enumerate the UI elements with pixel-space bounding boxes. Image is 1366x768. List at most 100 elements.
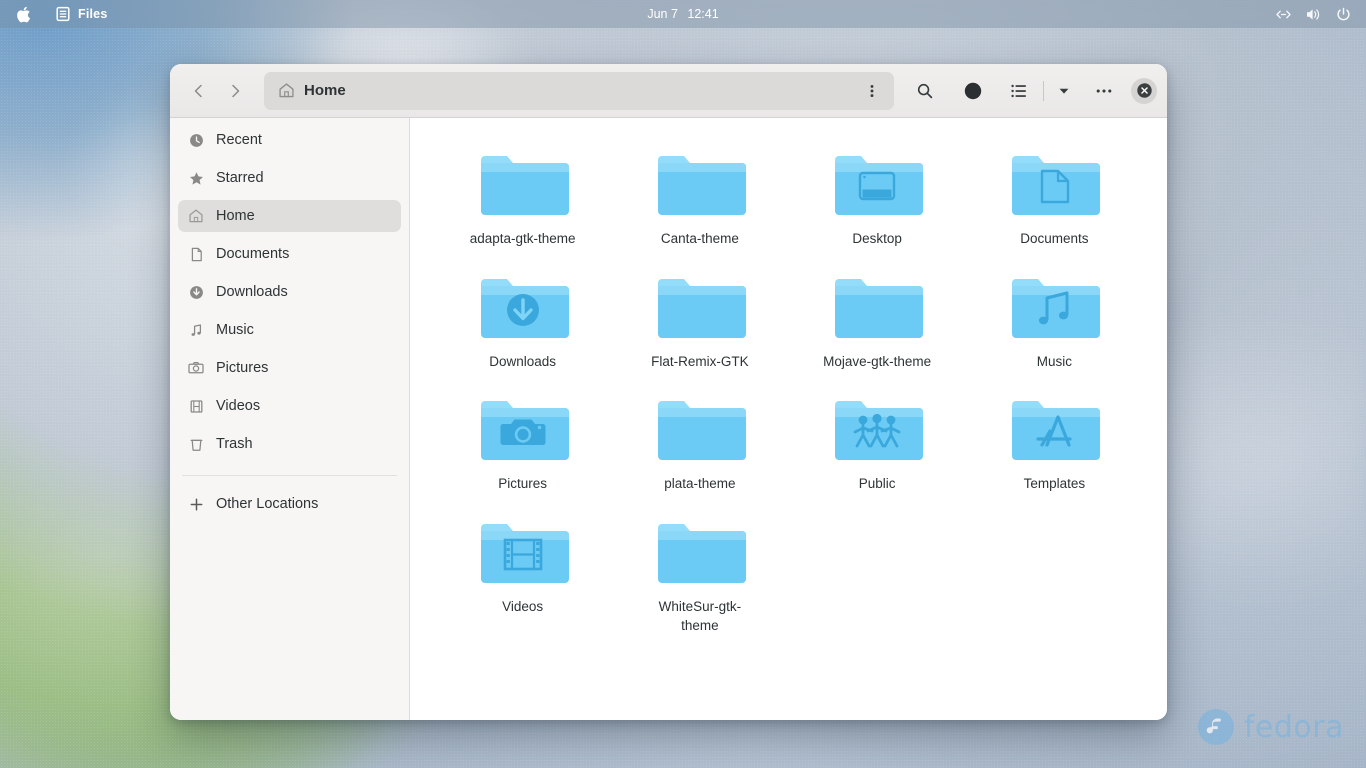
file-name: Templates [1024, 475, 1086, 494]
file-item[interactable]: Music [968, 263, 1141, 378]
file-item[interactable]: Mojave-gtk-theme [791, 263, 964, 378]
search-button[interactable] [908, 74, 942, 108]
sidebar-label: Starred [216, 170, 264, 186]
sidebar-label: Recent [216, 132, 262, 148]
file-name: Flat-Remix-GTK [651, 353, 749, 372]
file-name: Mojave-gtk-theme [823, 353, 931, 372]
home-icon [188, 208, 204, 224]
path-bar[interactable]: Home [264, 72, 894, 110]
kebab-menu-icon[interactable] [857, 76, 887, 106]
file-item[interactable]: Pictures [436, 385, 609, 500]
file-name: Documents [1020, 230, 1088, 249]
sidebar-divider [182, 475, 397, 476]
file-name: Pictures [498, 475, 547, 494]
sidebar-item-other-locations[interactable]: Other Locations [178, 488, 401, 520]
clock-icon [188, 132, 204, 148]
search-icon [916, 82, 934, 100]
path-button-home[interactable]: Home [278, 82, 857, 99]
panel-left-group: Files [0, 0, 118, 28]
trash-icon [188, 436, 204, 452]
file-item[interactable]: Flat-Remix-GTK [613, 263, 786, 378]
window-headerbar: Home [170, 64, 1167, 118]
header-divider [1043, 81, 1044, 101]
file-item[interactable]: Documents [968, 140, 1141, 255]
sidebar-item-trash[interactable]: Trash [178, 428, 401, 460]
record-button[interactable] [956, 74, 990, 108]
download-emblem [507, 294, 539, 326]
sidebar-label: Trash [216, 436, 253, 452]
file-item[interactable]: Templates [968, 385, 1141, 500]
file-grid: adapta-gtk-theme Canta-theme [436, 140, 1141, 641]
sidebar-item-home[interactable]: Home [178, 200, 401, 232]
view-dropdown-button[interactable] [1051, 74, 1077, 108]
download-icon [188, 284, 204, 300]
folder-public-icon [829, 389, 925, 467]
music-note-icon [188, 322, 204, 338]
folder-plain-icon [652, 389, 748, 467]
power-icon[interactable] [1330, 0, 1356, 28]
sidebar-item-videos[interactable]: Videos [178, 390, 401, 422]
panel-status-area[interactable] [1270, 0, 1356, 28]
file-name: Videos [502, 598, 543, 617]
back-button[interactable] [182, 75, 216, 107]
sidebar-item-downloads[interactable]: Downloads [178, 276, 401, 308]
sidebar-label: Pictures [216, 360, 268, 376]
clock-time: 12:41 [687, 7, 718, 21]
apple-menu-button[interactable] [0, 0, 45, 28]
file-item[interactable]: Videos [436, 508, 609, 641]
chevron-down-icon [1057, 84, 1071, 98]
file-name: Desktop [852, 230, 902, 249]
path-label: Home [304, 82, 346, 99]
camera-icon [188, 360, 204, 376]
ellipsis-icon [1094, 82, 1114, 100]
folder-plain-icon [652, 512, 748, 590]
network-icon[interactable] [1270, 0, 1296, 28]
file-item[interactable]: WhiteSur-gtk-theme [613, 508, 786, 641]
list-view-icon [1010, 82, 1028, 100]
folder-music-icon [1006, 267, 1102, 345]
folder-videos-icon [475, 512, 571, 590]
clock-date: Jun 7 [647, 7, 678, 21]
apple-logo-icon [16, 6, 31, 23]
file-item[interactable]: Canta-theme [613, 140, 786, 255]
sidebar-item-pictures[interactable]: Pictures [178, 352, 401, 384]
sidebar-label: Home [216, 208, 255, 224]
file-grid-area[interactable]: adapta-gtk-theme Canta-theme [410, 118, 1167, 720]
file-name: adapta-gtk-theme [470, 230, 576, 249]
files-app-menu-button[interactable]: Files [45, 0, 118, 28]
fedora-wordmark: fedora [1244, 710, 1344, 745]
clock[interactable]: Jun 7 12:41 [0, 7, 1366, 21]
more-options-button[interactable] [1087, 74, 1121, 108]
list-view-button[interactable] [1002, 74, 1036, 108]
folder-downloads-icon [475, 267, 571, 345]
sidebar-item-music[interactable]: Music [178, 314, 401, 346]
sidebar-label: Videos [216, 398, 260, 414]
close-icon [1136, 82, 1153, 99]
file-name: Canta-theme [661, 230, 739, 249]
sidebar-label: Other Locations [216, 496, 318, 512]
top-panel: Files Jun 7 12:41 [0, 0, 1366, 28]
file-item[interactable]: Downloads [436, 263, 609, 378]
sidebar-item-starred[interactable]: Starred [178, 162, 401, 194]
close-window-button[interactable] [1131, 78, 1157, 104]
folder-plain-icon [475, 144, 571, 222]
sidebar-label: Downloads [216, 284, 288, 300]
file-name: WhiteSur-gtk-theme [641, 598, 759, 635]
sidebar: Recent Starred [170, 118, 410, 720]
sidebar-item-documents[interactable]: Documents [178, 238, 401, 270]
file-item[interactable]: plata-theme [613, 385, 786, 500]
file-item[interactable]: Public [791, 385, 964, 500]
file-item[interactable]: adapta-gtk-theme [436, 140, 609, 255]
volume-icon[interactable] [1300, 0, 1326, 28]
filled-circle-icon [963, 81, 983, 101]
folder-plain-icon [652, 144, 748, 222]
folder-plain-icon [829, 267, 925, 345]
files-window: Home [170, 64, 1167, 720]
file-item[interactable]: Desktop [791, 140, 964, 255]
sidebar-item-recent[interactable]: Recent [178, 124, 401, 156]
fedora-watermark: fedora [1197, 708, 1344, 746]
folder-plain-icon [652, 267, 748, 345]
file-name: Music [1037, 353, 1072, 372]
forward-button[interactable] [218, 75, 252, 107]
folder-documents-icon [1006, 144, 1102, 222]
